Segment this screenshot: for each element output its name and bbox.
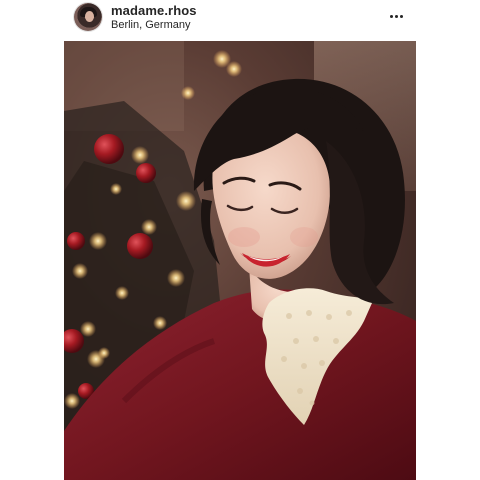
- avatar-face: [85, 11, 94, 22]
- more-dot: [389, 14, 393, 18]
- post-photo[interactable]: [64, 41, 416, 480]
- more-dot: [394, 14, 398, 18]
- post-header: madame.rhos Berlin, Germany: [0, 0, 480, 38]
- more-options-icon[interactable]: [384, 6, 408, 26]
- more-dot: [399, 14, 403, 18]
- profile-avatar[interactable]: [74, 3, 102, 31]
- username-link[interactable]: madame.rhos: [111, 3, 197, 18]
- photo-illustration: [64, 41, 416, 480]
- location-link[interactable]: Berlin, Germany: [111, 19, 190, 31]
- instagram-post: madame.rhos Berlin, Germany: [0, 0, 480, 480]
